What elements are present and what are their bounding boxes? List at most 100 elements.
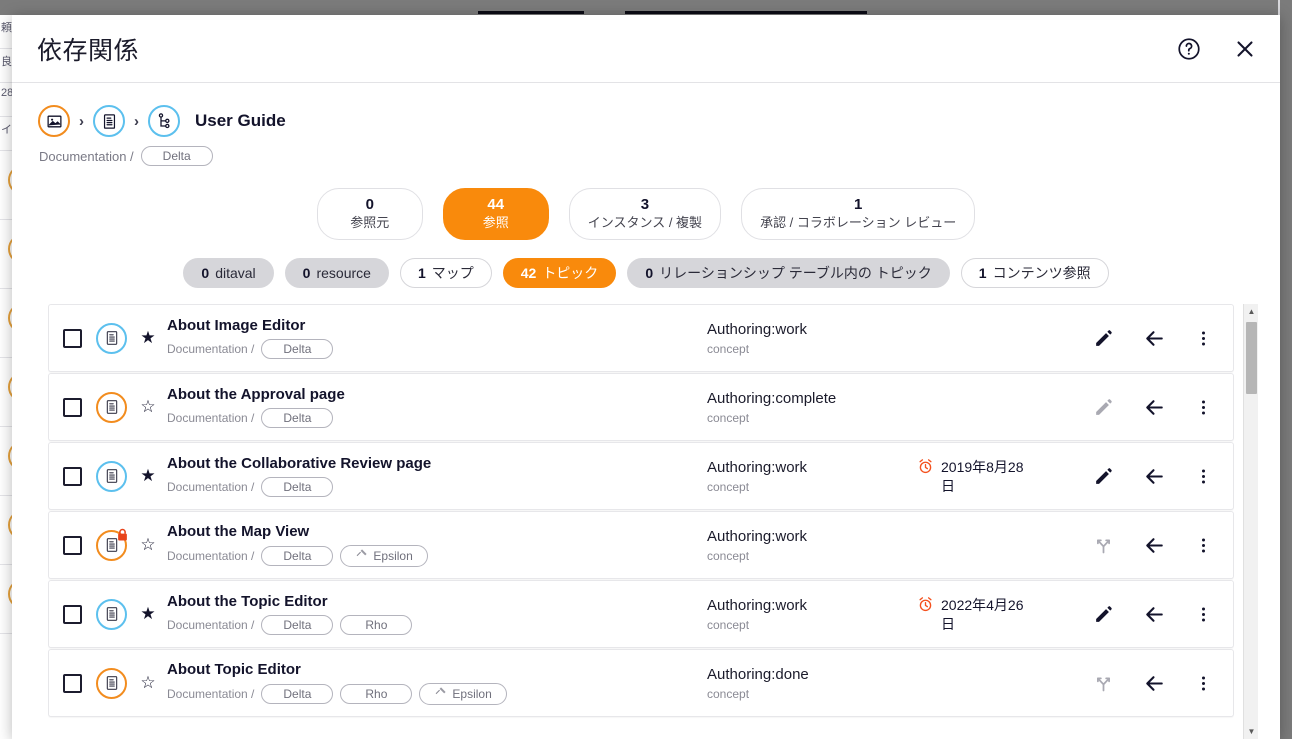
- row-actions: [1091, 326, 1227, 350]
- more-options-icon[interactable]: [1191, 464, 1215, 488]
- row-checkbox[interactable]: [63, 466, 82, 486]
- triangle-up-icon[interactable]: ▲: [1244, 304, 1258, 319]
- filter-chip-ditaval[interactable]: 0 ditaval: [183, 258, 274, 288]
- breadcrumb-branch-chip[interactable]: Delta: [140, 146, 213, 166]
- branch-merge-icon: [355, 548, 368, 564]
- filter-chip-relationship-table-topic[interactable]: 0 リレーションシップ テーブル内の トピック: [627, 258, 950, 288]
- image-icon[interactable]: [38, 105, 70, 137]
- row-branch-chip[interactable]: Delta: [261, 615, 334, 635]
- go-to-icon[interactable]: [1141, 533, 1165, 557]
- row-checkbox[interactable]: [63, 673, 82, 693]
- alarm-clock-icon: [917, 458, 934, 480]
- filter-count: 1: [417, 265, 426, 281]
- row-status: Authoring:work: [707, 458, 808, 476]
- stat-label: 参照元: [350, 214, 390, 230]
- row-checkbox[interactable]: [63, 328, 82, 348]
- help-circle-icon[interactable]: [1174, 34, 1204, 64]
- document-icon[interactable]: [93, 105, 125, 137]
- go-to-icon[interactable]: [1141, 464, 1165, 488]
- favorite-star-icon[interactable]: ★: [137, 604, 159, 624]
- bg-text-1: 良: [1, 56, 12, 68]
- go-to-icon[interactable]: [1141, 395, 1165, 419]
- pencil-icon[interactable]: [1091, 326, 1115, 350]
- dependency-graph-icon[interactable]: [148, 105, 180, 137]
- row-extra-branch-chip[interactable]: Epsilon: [419, 683, 507, 705]
- row-checkbox[interactable]: [63, 604, 82, 624]
- row-date-cell: 2019年8月28日: [917, 456, 1047, 496]
- row-type: concept: [707, 341, 750, 356]
- favorite-star-icon[interactable]: ☆: [137, 673, 159, 693]
- more-options-icon[interactable]: [1191, 395, 1215, 419]
- row-path: Documentation / Delta: [167, 477, 707, 497]
- go-to-icon[interactable]: [1141, 671, 1165, 695]
- more-options-icon[interactable]: [1191, 602, 1215, 626]
- go-to-icon[interactable]: [1141, 326, 1165, 350]
- filter-label: リレーションシップ テーブル内の トピック: [659, 265, 932, 281]
- row-status-cell: Authoring:work concept: [707, 459, 917, 494]
- row-date-cell: [917, 406, 1047, 408]
- row-title[interactable]: About the Collaborative Review page: [167, 455, 707, 472]
- triangle-down-icon[interactable]: ▼: [1244, 724, 1258, 739]
- branch-icon[interactable]: [1091, 671, 1115, 695]
- row-extra-branch-label: Epsilon: [452, 687, 492, 701]
- document-icon[interactable]: [96, 598, 127, 630]
- row-title[interactable]: About the Approval page: [167, 386, 707, 403]
- row-title[interactable]: About Image Editor: [167, 317, 707, 334]
- list-scrollbar[interactable]: ▲ ▼: [1243, 304, 1258, 739]
- stat-pill-approval-review[interactable]: 1 承認 / コラボレーション レビュー: [741, 188, 976, 240]
- filter-label: マップ: [431, 265, 474, 281]
- filter-label: ditaval: [215, 265, 256, 281]
- row-title[interactable]: About the Topic Editor: [167, 593, 707, 610]
- filter-chip-map[interactable]: 1 マップ: [399, 258, 492, 288]
- row-title[interactable]: About the Map View: [167, 523, 707, 540]
- alarm-clock-icon: [917, 596, 934, 618]
- branch-icon[interactable]: [1091, 533, 1115, 557]
- favorite-star-icon[interactable]: ★: [137, 328, 159, 348]
- table-row[interactable]: ☆ About the Map View Documentation / Del…: [48, 511, 1234, 579]
- stat-pill-instances[interactable]: 3 インスタンス / 複製: [568, 188, 722, 240]
- row-title[interactable]: About Topic Editor: [167, 661, 707, 678]
- pencil-icon[interactable]: [1091, 464, 1115, 488]
- favorite-star-icon[interactable]: ☆: [137, 397, 159, 417]
- more-options-icon[interactable]: [1191, 533, 1215, 557]
- table-row[interactable]: ☆ About Topic Editor Documentation / Del…: [48, 649, 1234, 717]
- filter-chip-content-reference[interactable]: 1 コンテンツ参照: [960, 258, 1109, 288]
- stat-count: 1: [853, 196, 863, 214]
- filter-chip-topic[interactable]: 42 トピック: [502, 258, 617, 288]
- more-options-icon[interactable]: [1191, 671, 1215, 695]
- favorite-star-icon[interactable]: ★: [137, 466, 159, 486]
- pencil-icon[interactable]: [1091, 395, 1115, 419]
- row-extra-branch-label: Epsilon: [373, 549, 413, 563]
- document-icon[interactable]: [96, 667, 127, 699]
- document-icon[interactable]: [96, 322, 127, 354]
- row-branch-chip[interactable]: Rho: [340, 615, 413, 635]
- stat-pill-references-from[interactable]: 0 参照元: [316, 188, 423, 240]
- row-branch-chip[interactable]: Delta: [261, 684, 334, 704]
- row-branch-chip[interactable]: Delta: [261, 408, 334, 428]
- row-branch-chip[interactable]: Delta: [261, 477, 334, 497]
- table-row[interactable]: ★ About the Topic Editor Documentation /…: [48, 580, 1234, 648]
- row-checkbox[interactable]: [63, 535, 82, 555]
- document-icon[interactable]: [96, 528, 127, 561]
- row-branch-chip[interactable]: Delta: [261, 339, 334, 359]
- table-row[interactable]: ☆ About the Approval page Documentation …: [48, 373, 1234, 441]
- row-extra-branch-chip[interactable]: Epsilon: [340, 545, 428, 567]
- table-row[interactable]: ★ About Image Editor Documentation / Del…: [48, 304, 1234, 372]
- more-options-icon[interactable]: [1191, 326, 1215, 350]
- pencil-icon[interactable]: [1091, 602, 1115, 626]
- stat-pill-references[interactable]: 44 参照: [442, 188, 549, 240]
- table-row[interactable]: ★ About the Collaborative Review page Do…: [48, 442, 1234, 510]
- filter-count: 0: [201, 265, 210, 281]
- scrollbar-thumb[interactable]: [1246, 322, 1257, 394]
- favorite-star-icon[interactable]: ☆: [137, 535, 159, 555]
- row-branch-chip[interactable]: Rho: [340, 684, 413, 704]
- document-icon[interactable]: [96, 460, 127, 492]
- close-icon[interactable]: [1230, 34, 1260, 64]
- filter-chip-resource[interactable]: 0 resource: [284, 258, 389, 288]
- row-branch-chip[interactable]: Delta: [261, 546, 334, 566]
- go-to-icon[interactable]: [1141, 602, 1165, 626]
- row-checkbox[interactable]: [63, 397, 82, 417]
- row-path: Documentation / Delta: [167, 339, 707, 359]
- row-actions: [1091, 395, 1227, 419]
- document-icon[interactable]: [96, 391, 127, 423]
